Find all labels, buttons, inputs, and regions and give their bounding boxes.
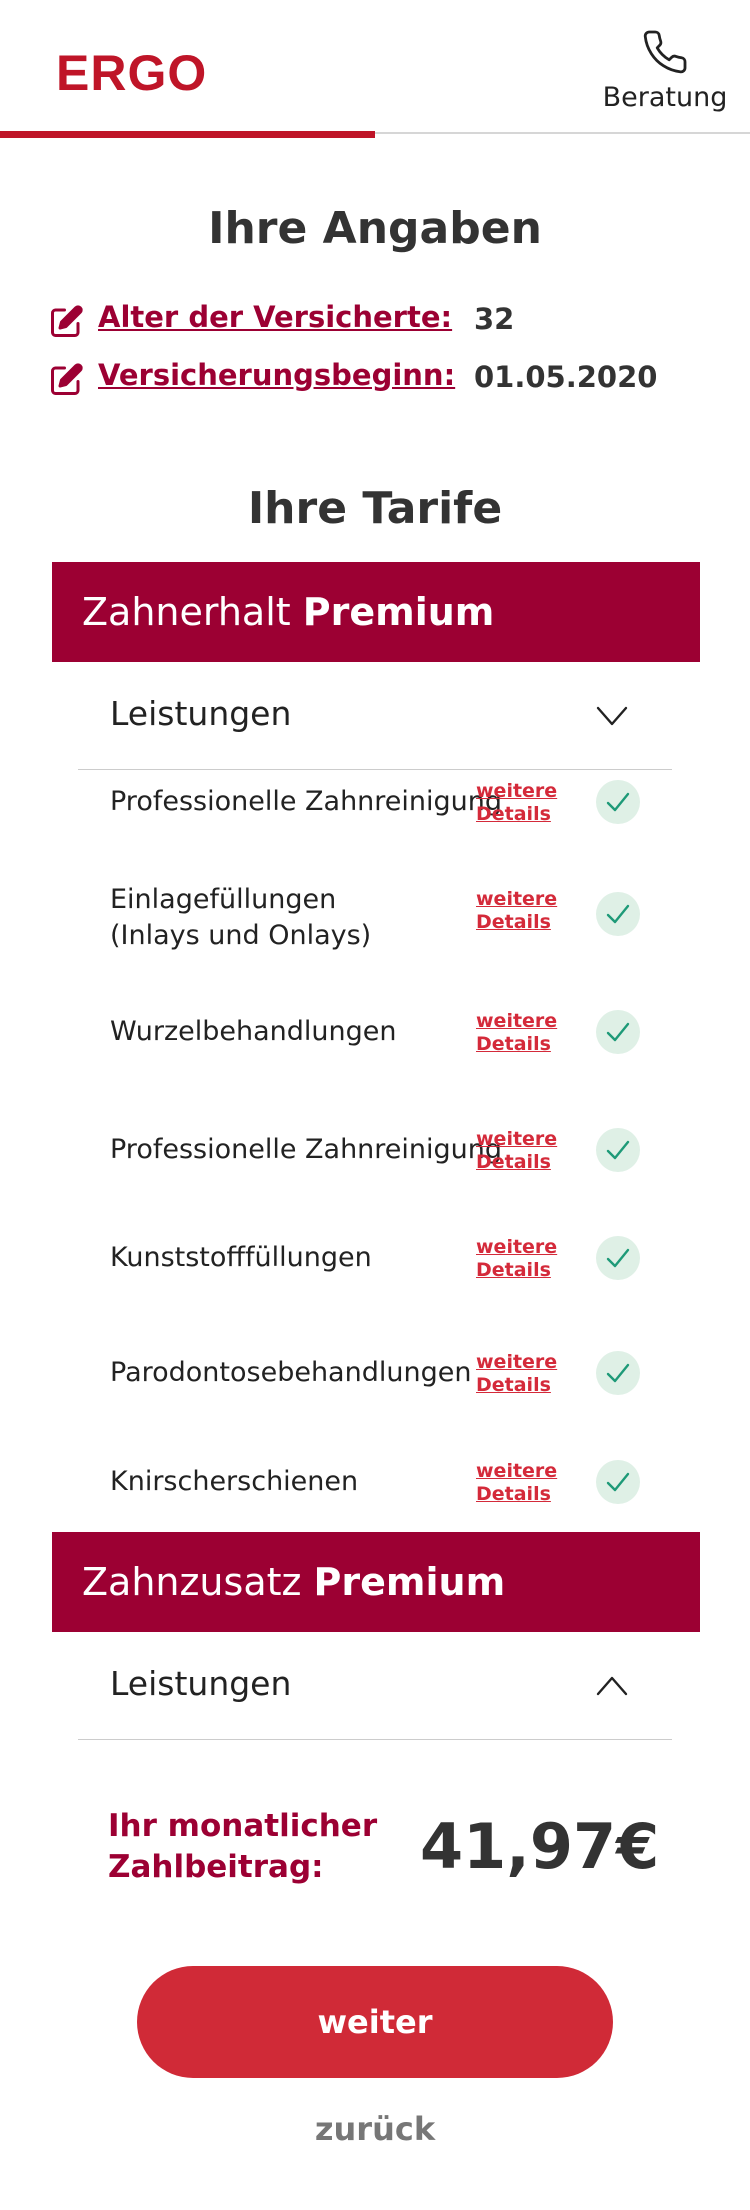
beratung-label: Beratung — [602, 82, 728, 113]
alter-link[interactable]: Alter der Versicherte: — [98, 300, 452, 334]
check-icon — [596, 1010, 640, 1054]
plan-level: Premium — [302, 590, 495, 634]
beratung-button[interactable]: Beratung — [590, 28, 740, 124]
details-link[interactable]: weitere Details — [476, 888, 557, 934]
check-icon — [596, 892, 640, 936]
details-link[interactable]: weitere Details — [476, 1236, 557, 1282]
benefit-label: Professionelle Zahnreinigung — [110, 1134, 503, 1165]
phone-icon — [590, 28, 740, 76]
angaben-title: Ihre Angaben — [208, 203, 542, 254]
app-header: ERGO Beratung — [0, 0, 750, 138]
leistungen-toggle-zahnerhalt[interactable]: Leistungen — [78, 662, 672, 770]
check-icon — [596, 1236, 640, 1280]
versicherungsbeginn-value: 01.05.2020 — [474, 360, 658, 394]
leistungen-label: Leistungen — [110, 694, 292, 733]
tarife-title: Ihre Tarife — [247, 483, 503, 534]
plan-name: Zahnzusatz — [82, 1560, 302, 1604]
check-icon — [596, 1128, 640, 1172]
details-link[interactable]: weitere Details — [476, 1010, 557, 1056]
edit-icon[interactable] — [48, 362, 84, 398]
chevron-down-icon — [594, 698, 630, 734]
check-icon — [596, 780, 640, 824]
check-icon — [596, 1351, 640, 1395]
details-link[interactable]: weitere Details — [476, 1128, 557, 1174]
edit-icon[interactable] — [48, 304, 84, 340]
plan-header-zahnzusatz: Zahnzusatz Premium — [52, 1532, 700, 1632]
price-label: Ihr monatlicher Zahlbeitrag: — [108, 1808, 378, 1885]
zurueck-link[interactable]: zurück — [0, 2110, 750, 2148]
plan-name: Zahnerhalt — [82, 590, 291, 634]
weiter-button[interactable]: weiter — [137, 1966, 613, 2078]
ergo-logo[interactable]: ERGO — [56, 44, 207, 102]
plan-header-zahnerhalt: Zahnerhalt Premium — [52, 562, 700, 662]
plan-level: Premium — [313, 1560, 506, 1604]
benefit-label: Kunststofffüllungen — [110, 1242, 372, 1273]
chevron-up-icon — [594, 1668, 630, 1704]
details-link[interactable]: weitere Details — [476, 1351, 557, 1397]
price-value: 41,97€ — [420, 1810, 660, 1883]
benefit-label: Einlagefüllungen (Inlays und Onlays) — [110, 884, 372, 951]
alter-value: 32 — [474, 302, 515, 336]
details-link[interactable]: weitere Details — [476, 780, 557, 826]
leistungen-label: Leistungen — [110, 1664, 292, 1703]
benefit-label: Professionelle Zahnreinigung — [110, 786, 503, 817]
leistungen-toggle-zahnzusatz[interactable]: Leistungen — [78, 1632, 672, 1740]
progress-fill — [0, 131, 375, 138]
benefit-label: Knirscherschienen — [110, 1466, 359, 1497]
angaben-row-alter: Alter der Versicherte: 32 — [48, 300, 708, 344]
check-icon — [596, 1460, 640, 1504]
angaben-row-beginn: Versicherungsbeginn: 01.05.2020 — [48, 358, 708, 402]
details-link[interactable]: weitere Details — [476, 1460, 557, 1506]
versicherungsbeginn-link[interactable]: Versicherungsbeginn: — [98, 358, 455, 392]
benefit-label: Parodontosebehandlungen — [110, 1357, 472, 1388]
benefit-label: Wurzelbehandlungen — [110, 1016, 397, 1047]
